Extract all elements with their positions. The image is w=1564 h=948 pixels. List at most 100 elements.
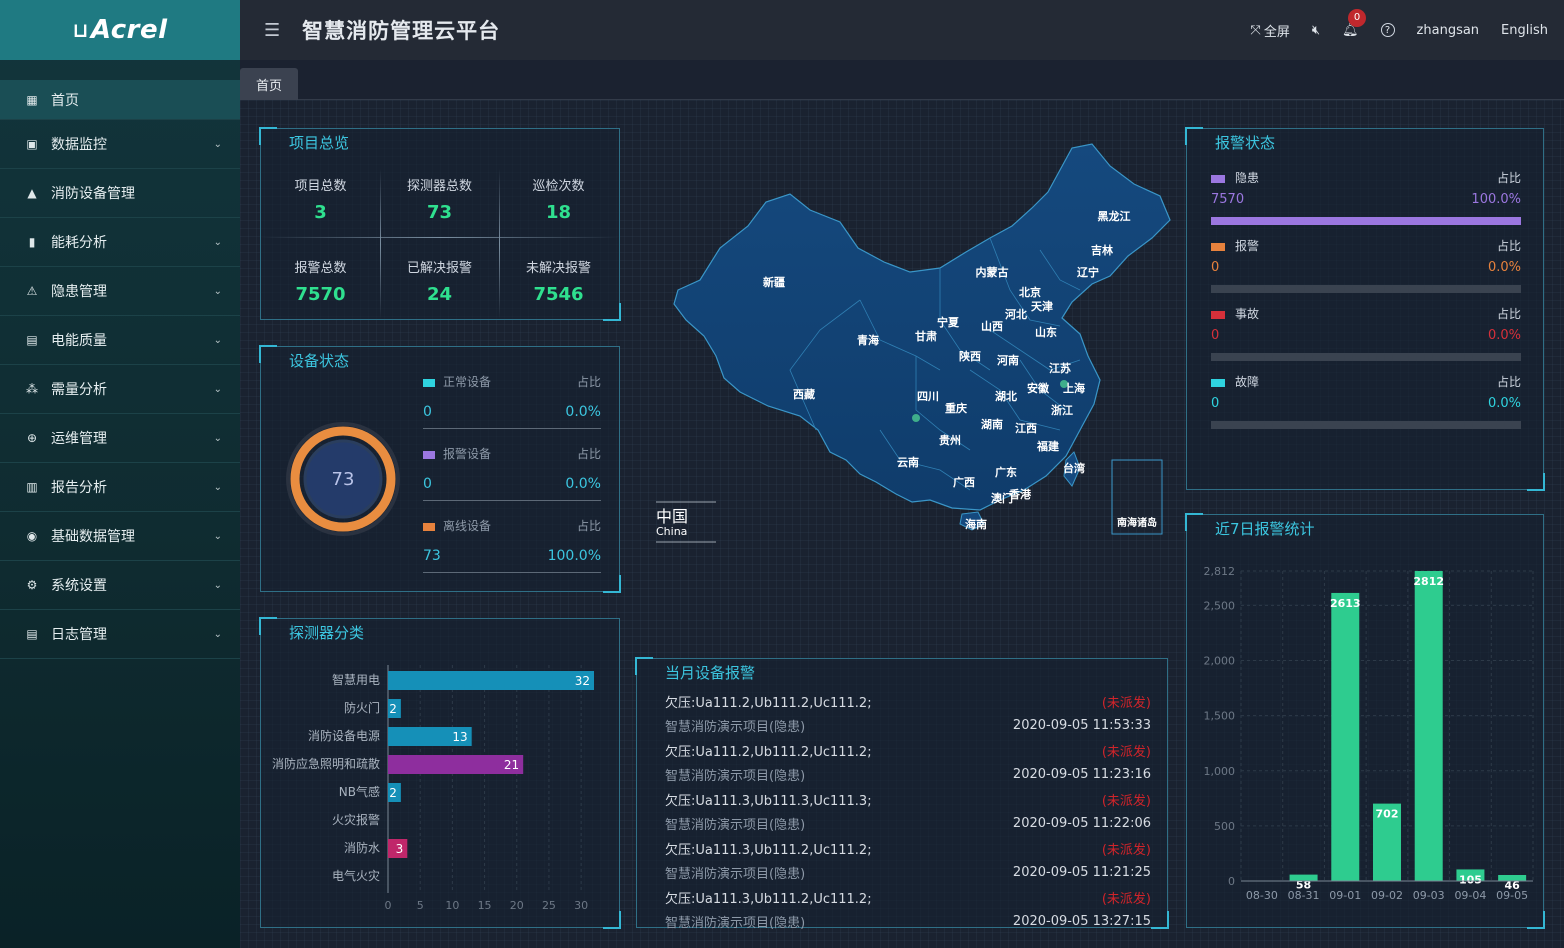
alarm-status-bar [1211,353,1521,361]
sidebar-item-label: 基础数据管理 [51,529,135,545]
province-label: 北京 [1019,285,1041,299]
x-tick-label: 20 [510,899,524,912]
device-status-row: 报警设备 占比 0 0.0% [423,445,601,501]
cluster-icon: ⁂ [26,382,38,396]
sidebar-item-8[interactable]: ▥ 报告分析 ⌄ [0,463,240,512]
bar-value-label: 702 [1376,808,1399,821]
alarm-list-item[interactable]: 智慧消防演示项目(隐患) 2020-09-05 11:22:06 [665,812,1151,837]
y-tick-label: 500 [1214,820,1235,833]
x-tick-label: 30 [574,899,588,912]
overview-stat-value: 7546 [533,284,584,305]
y-tick-label: 2,812 [1204,565,1236,578]
province-label: 湖北 [995,389,1017,403]
alarm-list-item[interactable]: 智慧消防演示项目(隐患) 2020-09-05 13:27:15 [665,910,1151,935]
alarm-status-bar [1211,421,1521,429]
device-status-ratio: 100.0% [547,548,601,564]
alarm-status-label: 故障 [1235,375,1260,389]
overview-stat: 项目总数 3 [261,169,380,244]
y-tick-label: 1,000 [1204,765,1236,778]
sidebar-item-9[interactable]: ◉ 基础数据管理 ⌄ [0,512,240,561]
chevron-down-icon: ⌄ [213,138,222,150]
province-label: 黑龙江 [1098,209,1131,223]
alarm-status-bar [1211,217,1521,225]
tab-home[interactable]: 首页 [240,68,298,100]
alarm-list-item[interactable]: 欠压:Ua111.3,Ub111.2,Uc111.2; (未派发) [665,836,1151,861]
bar-value-label: 105 [1459,873,1482,886]
sidebar-item-6[interactable]: ⁂ 需量分析 ⌄ [0,365,240,414]
detector-category-panel: 探测器分类 0 5 10 15 20 25 30 智慧用电 32 防火门 2 消防设备电源 13 消防应急… [259,617,621,929]
sidebar-item-2[interactable]: ▲ 消防设备管理 [0,169,240,218]
legend-swatch [1211,378,1225,387]
alarm-list-item[interactable]: 欠压:Ua111.2,Ub111.2,Uc111.2; (未派发) [665,689,1151,714]
alarm-right: (未派发) [1101,744,1151,760]
legend-swatch [1211,174,1225,183]
device-status-title: 设备状态 [289,351,350,370]
sidebar-item-10[interactable]: ⚙ 系统设置 ⌄ [0,561,240,610]
acrel-logo[interactable]: ⊔ Acrel [0,0,240,60]
device-status-panel: 设备状态 73 正常设备 占比 0 0.0% 报警设备 占比 0 0.0% 离线设备 占比 7… [259,345,621,593]
language-switch[interactable]: English [1501,23,1548,38]
x-tick-label: 10 [445,899,459,912]
username[interactable]: zhangsan [1417,23,1480,38]
alarm-text: 欠压:Ua111.2,Ub111.2,Uc111.2; [665,744,872,760]
monthly-alarm-title: 当月设备报警 [665,663,756,682]
alarm-list-item[interactable]: 智慧消防演示项目(隐患) 2020-09-05 11:53:33 [665,714,1151,739]
bar-value-label: 13 [452,730,467,744]
alarm-status-label: 报警 [1235,239,1260,253]
alarm-right: (未派发) [1101,695,1151,711]
device-status-label: 离线设备 [443,519,492,533]
alarm-list-item[interactable]: 欠压:Ua111.2,Ub111.2,Uc111.2; (未派发) [665,738,1151,763]
alarm-text: 欠压:Ua111.3,Ub111.2,Uc111.2; [665,891,872,907]
province-label: 香港 [1008,487,1032,501]
device-status-row: 正常设备 占比 0 0.0% [423,373,601,429]
alarm-status-item: 报警 占比 0 0.0% [1211,237,1521,293]
china-outline [673,143,1171,511]
sidebar-item-0[interactable]: ▦ 首页 [0,80,240,120]
overview-stat-label: 巡检次数 [532,179,585,194]
province-label: 江西 [1015,421,1037,435]
x-tick-label: 5 [417,899,424,912]
legend-swatch [1211,242,1225,251]
south-islands-label: 南海诸岛 [1117,516,1157,529]
notification-button[interactable]: 🔔︎ 0 [1342,8,1367,38]
menu-toggle-icon[interactable]: ☰ [264,20,280,41]
alarm-text: 欠压:Ua111.2,Ub111.2,Uc111.2; [665,695,872,711]
project-marker-1[interactable] [912,414,920,422]
sidebar-item-1[interactable]: ▣ 数据监控 ⌄ [0,120,240,169]
alarm-list-item[interactable]: 智慧消防演示项目(隐患) 2020-09-05 11:23:16 [665,763,1151,788]
device-status-row: 离线设备 占比 73 100.0% [423,517,601,573]
weekly-alarm-panel: 近7日报警统计 0 500 1,000 1,500 2,000 2,500 2,812 08-… [1185,513,1545,929]
sidebar-item-7[interactable]: ⊕ 运维管理 ⌄ [0,414,240,463]
sidebar-item-label: 数据监控 [51,137,107,153]
sidebar-item-11[interactable]: ▤ 日志管理 ⌄ [0,610,240,659]
fullscreen-button[interactable]: ⤧ 全屏 [1250,21,1289,40]
help-icon[interactable]: ? [1380,23,1395,37]
sidebar-item-label: 电能质量 [51,333,107,349]
x-tick-label: 08-30 [1246,889,1278,902]
alarm-status-value: 0 [1211,260,1220,275]
sidebar-item-3[interactable]: ▮ 能耗分析 ⌄ [0,218,240,267]
overview-stat: 未解决报警 7546 [499,251,618,326]
mute-icon[interactable]: 🔇︎ [1312,23,1320,38]
overview-stat: 探测器总数 73 [380,169,499,244]
alarm-list[interactable]: 欠压:Ua111.2,Ub111.2,Uc111.2; (未派发) 智慧消防演示项目… [665,689,1151,934]
category-label: NB气感 [339,784,380,799]
province-label: 吉林 [1091,243,1113,257]
alarm-list-item[interactable]: 欠压:Ua111.3,Ub111.3,Uc111.3; (未派发) [665,787,1151,812]
alarm-status-ratio: 0.0% [1487,396,1521,411]
alarm-right: (未派发) [1101,842,1151,858]
alarm-right: 2020-09-05 11:23:16 [1012,767,1151,783]
province-label: 天津 [1031,299,1053,313]
province-label: 甘肃 [915,329,937,343]
sidebar-item-5[interactable]: ▤ 电能质量 ⌄ [0,316,240,365]
sidebar-item-label: 消防设备管理 [51,186,135,202]
device-status-label: 正常设备 [443,375,492,389]
alarm-list-item[interactable]: 欠压:Ua111.3,Ub111.2,Uc111.2; (未派发) [665,885,1151,910]
overview-panel: 项目总览 项目总数 3 探测器总数 73 巡检次数 18 报警总数 7570 已解决报警 24 未解… [259,127,621,321]
alarm-list-item[interactable]: 智慧消防演示项目(隐患) 2020-09-05 11:21:25 [665,861,1151,886]
x-tick-label: 0 [385,899,392,912]
bar-value-label: 2 [389,702,397,716]
page-title: 智慧消防管理云平台 [302,19,501,43]
sidebar-item-4[interactable]: ⚠ 隐患管理 ⌄ [0,267,240,316]
database-icon: ◉ [26,529,38,543]
